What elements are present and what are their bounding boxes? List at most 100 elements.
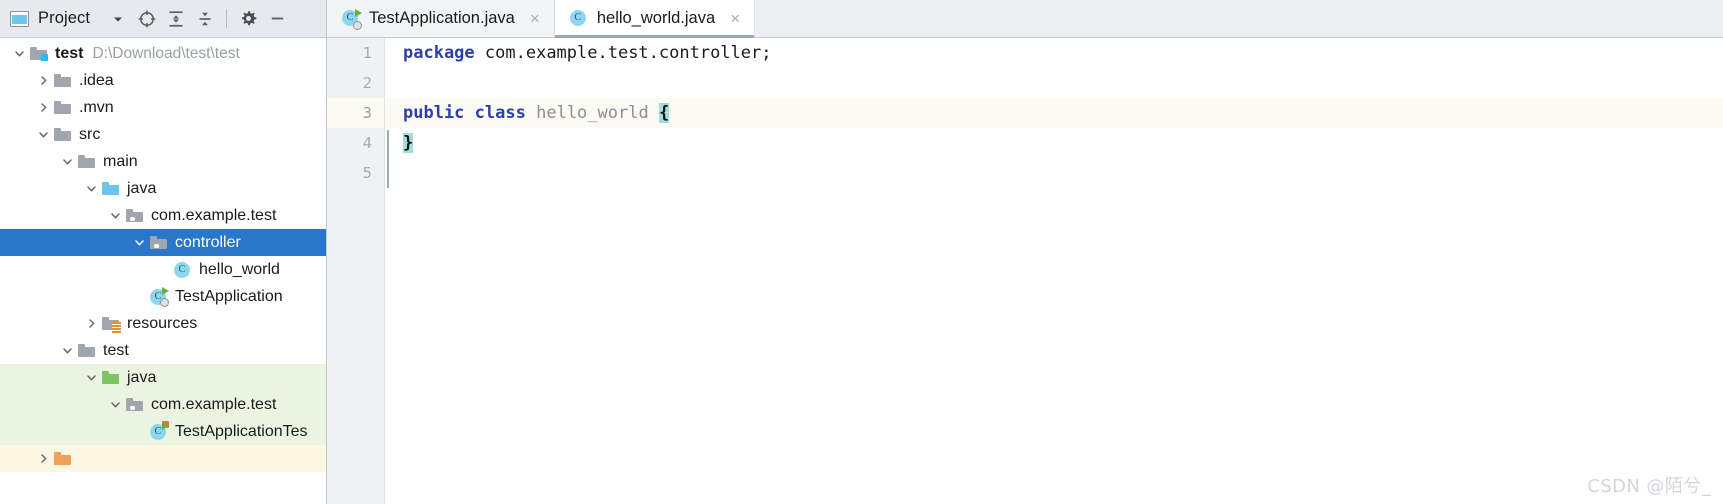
module-root-folder-icon <box>29 44 48 63</box>
code-token: hello_world <box>536 103 649 123</box>
gray-folder-icon <box>77 341 96 360</box>
code-editor[interactable]: 1 2 3 4 5 package com.example.test.controlle… <box>327 38 1723 504</box>
tree-node-label: test <box>103 342 129 359</box>
project-toolbar: Project <box>0 0 326 38</box>
project-tool-window: Project test D:\Download\test\test .idea… <box>0 0 327 504</box>
collapse-all-icon[interactable] <box>191 5 218 32</box>
chevron-down-icon[interactable] <box>82 368 101 387</box>
tree-node--idea[interactable]: .idea <box>0 67 326 94</box>
chevron-down-icon[interactable] <box>130 233 149 252</box>
tree-node-controller[interactable]: controller <box>0 229 326 256</box>
tree-node--mvn[interactable]: .mvn <box>0 94 326 121</box>
tree-node-label: test <box>55 45 84 62</box>
chevron-right-icon[interactable] <box>82 314 101 333</box>
chevron-right-icon[interactable] <box>34 98 53 117</box>
chevron-down-icon[interactable] <box>106 395 125 414</box>
line-number: 1 <box>362 44 372 62</box>
expand-all-icon[interactable] <box>162 5 189 32</box>
tree-node-test[interactable]: test <box>0 337 326 364</box>
code-line[interactable]: public class hello_world { <box>385 98 1723 128</box>
tree-node-main[interactable]: main <box>0 148 326 175</box>
java-class-icon: C <box>173 260 192 279</box>
tree-node-resources[interactable]: resources <box>0 310 326 337</box>
package-folder-icon <box>149 233 168 252</box>
csdn-watermark: CSDN @陌兮_ <box>1587 476 1711 497</box>
blue-source-folder-icon <box>101 179 120 198</box>
tree-node-label: TestApplication <box>175 288 283 305</box>
chevron-right-icon[interactable] <box>34 449 53 468</box>
tree-node-java[interactable]: java <box>0 364 326 391</box>
test-class-icon: C <box>149 421 169 441</box>
tree-node-java[interactable]: java <box>0 175 326 202</box>
gray-folder-icon <box>53 125 72 144</box>
tree-node-com-example-test[interactable]: com.example.test <box>0 391 326 418</box>
minimize-icon[interactable] <box>264 5 291 32</box>
tree-node-label: java <box>127 369 157 386</box>
tree-node-label: .mvn <box>79 99 114 116</box>
tree-node-hello-world[interactable]: Chello_world <box>0 256 326 283</box>
editor-tab-hello-world-java[interactable]: Chello_world.java × <box>554 0 756 38</box>
tree-node-label: TestApplicationTes <box>175 423 308 440</box>
project-window-icon <box>10 10 29 27</box>
gray-folder-icon <box>53 98 72 117</box>
tree-node-label: .idea <box>79 72 114 89</box>
gray-folder-icon <box>77 152 96 171</box>
java-class-icon: C <box>569 9 589 29</box>
code-token: class <box>474 103 526 123</box>
chevron-down-icon[interactable] <box>10 44 29 63</box>
line-number: 2 <box>362 74 372 92</box>
editor-tab-label: hello_world.java <box>596 9 716 27</box>
spring-boot-class-icon: C <box>341 8 362 30</box>
code-line[interactable]: package com.example.test.controller; <box>385 38 1723 68</box>
tree-node-testapplication[interactable]: C TestApplication <box>0 283 326 310</box>
close-icon[interactable]: × <box>527 10 543 27</box>
project-panel-title: Project <box>38 9 91 27</box>
line-number: 3 <box>327 98 384 128</box>
project-tree[interactable]: test D:\Download\test\test .idea .mvn src mai… <box>0 38 326 504</box>
tree-node-label: resources <box>127 315 198 332</box>
orange-folder-icon <box>53 449 72 468</box>
tree-node-label: com.example.test <box>151 207 277 224</box>
code-token: { <box>658 103 670 123</box>
resources-folder-icon <box>101 314 121 333</box>
chevron-down-icon[interactable] <box>34 125 53 144</box>
code-token: com.example.test.controller; <box>484 43 772 63</box>
code-token: public <box>403 103 465 123</box>
editor-tab-testapplication-java[interactable]: C TestApplication.java × <box>327 0 555 37</box>
chevron-down-icon[interactable] <box>82 179 101 198</box>
locate-target-icon[interactable] <box>133 5 160 32</box>
ide-window: Project test D:\Download\test\test .idea… <box>0 0 1723 504</box>
package-folder-icon <box>125 395 144 414</box>
tree-node-src[interactable]: src <box>0 121 326 148</box>
tree-node-label: controller <box>175 234 241 251</box>
code-line[interactable] <box>385 68 1723 98</box>
tree-node-test[interactable]: test D:\Download\test\test <box>0 40 326 67</box>
close-icon[interactable]: × <box>727 10 743 27</box>
gray-folder-icon <box>53 71 72 90</box>
gear-icon[interactable] <box>235 5 262 32</box>
code-line[interactable] <box>385 158 1723 188</box>
tree-node-com-example-test[interactable]: com.example.test <box>0 202 326 229</box>
code-token: package <box>403 43 475 63</box>
tree-node-path: D:\Download\test\test <box>92 44 240 62</box>
package-folder-icon <box>125 206 144 225</box>
chevron-down-icon[interactable] <box>58 152 77 171</box>
code-token: } <box>403 133 414 153</box>
code-content[interactable]: package com.example.test.controller; publ… <box>385 38 1723 504</box>
chevron-down-icon[interactable] <box>58 341 77 360</box>
line-number-gutter: 1 2 3 4 5 <box>327 38 385 504</box>
green-test-folder-icon <box>101 368 120 387</box>
editor-tab-bar[interactable]: C TestApplication.java × Chello_world.java × <box>327 0 1723 38</box>
tree-node-label: main <box>103 153 138 170</box>
tree-node-testapplicationtes[interactable]: C TestApplicationTes <box>0 418 326 445</box>
spring-boot-class-icon: C <box>149 287 169 307</box>
chevron-right-icon[interactable] <box>34 71 53 90</box>
chevron-down-icon[interactable] <box>106 206 125 225</box>
chevron-down-icon[interactable] <box>104 5 131 32</box>
code-line[interactable]: } <box>385 128 1723 158</box>
tree-node-clipped[interactable] <box>0 445 326 472</box>
